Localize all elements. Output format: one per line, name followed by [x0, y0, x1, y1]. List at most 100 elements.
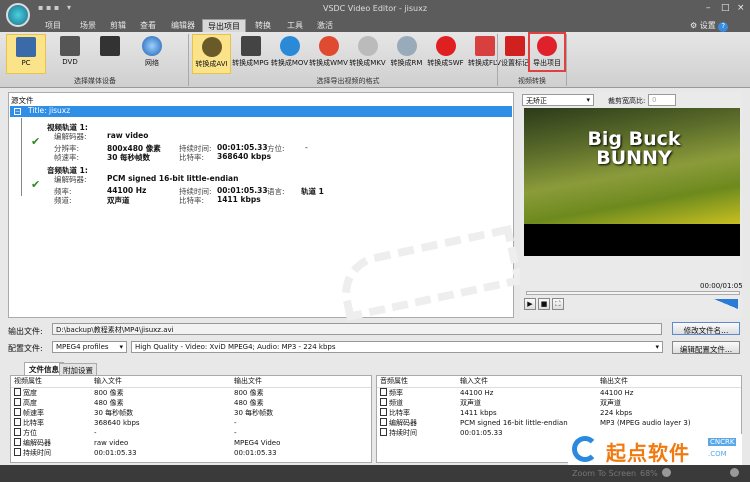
table-row[interactable]: 持续时间 00:01:05.33 00:01:05.33 [11, 447, 371, 458]
divider [497, 34, 498, 86]
settings-button[interactable]: ⚙ 设置 ? [690, 20, 729, 32]
crop-ratio-spinner[interactable]: 0 [648, 94, 676, 106]
tab-2[interactable]: 剪辑 [105, 19, 131, 32]
collapse-icon[interactable]: − [14, 108, 21, 115]
profile-select[interactable]: MPEG4 profiles ▾ [52, 341, 127, 353]
table-row[interactable]: 高度 480 像素 480 像素 [11, 397, 371, 408]
cell: 宽度 [11, 387, 91, 398]
column-header[interactable]: 视频属性 [11, 376, 91, 388]
value: 44100 Hz [107, 186, 147, 195]
video-frame: Big Buck BUNNY [524, 108, 740, 224]
edit-profile-button[interactable]: 编辑配置文件... [672, 341, 740, 354]
format-5-button[interactable]: 转换成RM [387, 34, 426, 74]
format-3-button[interactable]: 转换成WMV [309, 34, 348, 74]
volume-icon[interactable] [714, 299, 738, 309]
column-header[interactable]: 音频属性 [377, 376, 457, 388]
preset-select[interactable]: High Quality - Video: XviD MPEG4; Audio:… [131, 341, 663, 353]
source-title-row[interactable]: − Title: jisuxz [10, 106, 512, 117]
tab-3[interactable]: 查看 [135, 19, 161, 32]
device-0-button[interactable]: PC [6, 34, 46, 74]
tab-0[interactable]: 项目 [40, 19, 66, 32]
format-7-button[interactable]: 转换成FLV [465, 34, 504, 74]
tab-6[interactable]: 转换 [250, 19, 276, 32]
seek-bar[interactable] [526, 291, 740, 295]
close-button[interactable]: × [737, 3, 745, 13]
table-row[interactable]: 频率 44100 Hz 44100 Hz [377, 387, 741, 398]
maximize-button[interactable]: □ [721, 3, 730, 13]
column-header[interactable]: 输入文件 [91, 376, 231, 388]
device-3-button[interactable]: 网络 [132, 34, 172, 74]
property-icon [14, 397, 21, 406]
export-project-button[interactable]: 导出项目 [528, 32, 566, 72]
tab-1[interactable]: 场景 [75, 19, 101, 32]
button-label: 转换成MKV [349, 59, 386, 67]
profile-label: 配置文件: [8, 344, 43, 353]
zoom-out-icon[interactable] [662, 468, 671, 477]
cell: raw video [94, 438, 129, 447]
value: - [305, 143, 308, 152]
button-label: 转换成MPG [232, 59, 269, 67]
set-marker-icon [505, 36, 525, 56]
cell: 00:01:05.33 [94, 448, 137, 457]
minimize-button[interactable]: – [706, 3, 711, 13]
property-icon [14, 447, 21, 456]
format-1-button[interactable]: 转换成MPG [231, 34, 270, 74]
cell: 方位 [11, 427, 91, 438]
output-file-label: 输出文件: [8, 327, 43, 336]
table-row[interactable]: 频道 双声道 双声道 [377, 397, 741, 408]
property-icon [380, 427, 387, 436]
tree-line [21, 118, 22, 196]
app-logo[interactable] [6, 3, 30, 27]
table-row[interactable]: 编解码器 raw video MPEG4 Video [11, 437, 371, 448]
cell: 00:01:05.33 [234, 448, 277, 457]
cell: 30 每秒帧数 [94, 408, 134, 417]
set-marker-button[interactable]: 设置标记 [500, 34, 530, 74]
output-file-input[interactable]: D:\backup\教程素材\MP4\jisuxz.avi [52, 323, 662, 335]
format-0-icon [201, 37, 222, 57]
table-row[interactable]: 比特率 368640 kbps - [11, 417, 371, 428]
device-1-button[interactable]: DVD [50, 34, 90, 74]
chevron-down-icon: ▾ [655, 343, 659, 351]
cell: 帧速率 [11, 407, 91, 418]
rename-button[interactable]: 修改文件名... [672, 322, 740, 335]
fullscreen-button[interactable]: ⛶ [552, 298, 564, 310]
group-label: 选择媒体设备 [74, 77, 116, 85]
tab-4[interactable]: 编辑器 [166, 19, 200, 32]
table-row[interactable]: 帧速率 30 每秒帧数 30 每秒帧数 [11, 407, 371, 418]
format-7-icon [474, 36, 495, 56]
table-row[interactable]: 方位 - - [11, 427, 371, 438]
format-4-button[interactable]: 转换成MKV [348, 34, 387, 74]
table-row[interactable]: 比特率 1411 kbps 224 kbps [377, 407, 741, 418]
format-6-icon [435, 36, 456, 56]
tab-file-info[interactable]: 文件信息 [24, 362, 64, 376]
cell: 30 每秒帧数 [234, 408, 274, 417]
tab-7[interactable]: 工具 [282, 19, 308, 32]
cell: 800 像素 [234, 388, 264, 397]
column-header[interactable]: 输出文件 [231, 376, 371, 388]
video-preview[interactable]: Big Buck BUNNY [524, 108, 740, 256]
cell: 224 kbps [600, 408, 633, 417]
filmstrip-watermark [334, 224, 524, 322]
column-header[interactable]: 输入文件 [457, 376, 597, 388]
cell: MP3 (MPEG audio layer 3) [600, 418, 691, 427]
video-title: Big Buck BUNNY [587, 128, 681, 169]
device-2-button[interactable] [90, 34, 130, 74]
format-0-button[interactable]: 转换成AVI [192, 34, 231, 74]
format-2-button[interactable]: 转换成MOV [270, 34, 309, 74]
tab-8[interactable]: 激活 [312, 19, 338, 32]
cell: 编解码器 [11, 437, 91, 448]
cell: 比特率 [377, 407, 457, 418]
table-row[interactable]: 宽度 800 像素 800 像素 [11, 387, 371, 398]
button-label: 导出项目 [533, 59, 561, 67]
zoom-in-icon[interactable] [730, 468, 739, 477]
device-0-icon [16, 37, 36, 57]
tab-5[interactable]: 导出项目 [202, 19, 246, 32]
column-header[interactable]: 输出文件 [597, 376, 741, 388]
zoom-label[interactable]: Zoom To Screen [572, 469, 636, 478]
correction-select[interactable]: 无矫正 ▾ [522, 94, 594, 106]
format-6-button[interactable]: 转换成SWF [426, 34, 465, 74]
table-row[interactable]: 编解码器 PCM signed 16-bit little-endian MP3 (… [377, 417, 741, 428]
play-button[interactable]: ▶ [524, 298, 536, 310]
help-icon[interactable]: ? [718, 22, 729, 32]
stop-button[interactable]: ■ [538, 298, 550, 310]
